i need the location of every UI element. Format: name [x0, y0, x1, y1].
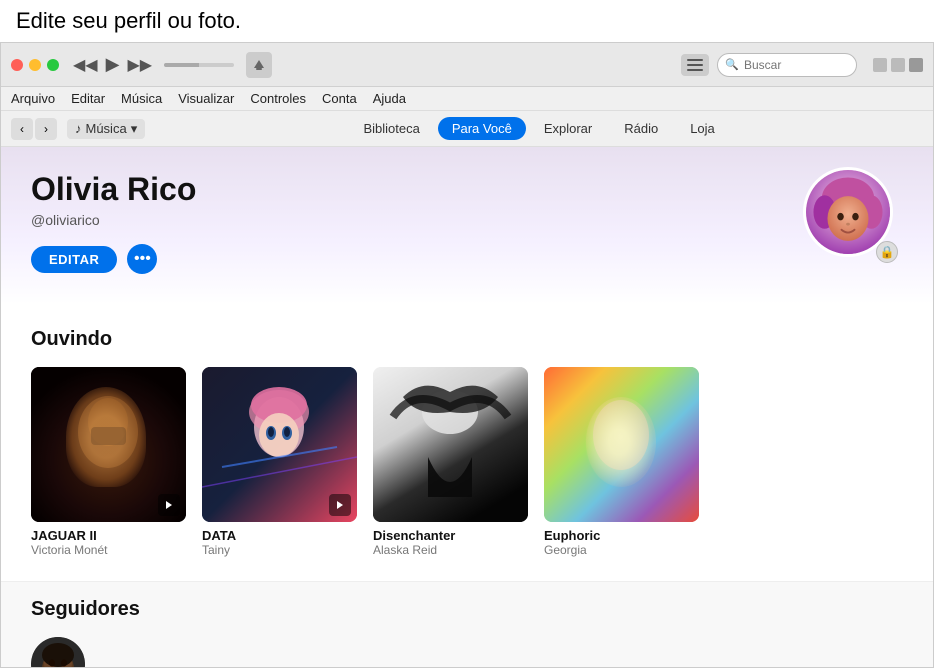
- album-name-1: JAGUAR II: [31, 528, 186, 543]
- listening-section: Ouvindo: [1, 304, 933, 581]
- list-view-button[interactable]: [681, 54, 709, 76]
- album-name-2: DATA: [202, 528, 357, 543]
- album-cover-jaguar: [31, 367, 186, 522]
- search-icon: 🔍: [725, 58, 739, 71]
- album-item[interactable]: Disenchanter Alaska Reid: [373, 367, 528, 557]
- album-artist-2: Tainy: [202, 543, 357, 557]
- nav-source-label: Música: [86, 121, 127, 136]
- profile-name: Olivia Rico: [31, 171, 903, 208]
- album-name-3: Disenchanter: [373, 528, 528, 543]
- album-item[interactable]: Euphoric Georgia: [544, 367, 699, 557]
- airplay-button[interactable]: [246, 52, 272, 78]
- navbar: ‹ › ♪ Música ▾ Biblioteca Para Você Expl…: [1, 111, 933, 147]
- album-item[interactable]: JAGUAR II Victoria Monét: [31, 367, 186, 557]
- album-cover-euphoric: [544, 367, 699, 522]
- album-artist-3: Alaska Reid: [373, 543, 528, 557]
- album-item[interactable]: DATA Tainy: [202, 367, 357, 557]
- titlebar: ◀◀ ▶ ▶▶ 🔍: [1, 43, 933, 87]
- menu-musica[interactable]: Música: [121, 91, 162, 106]
- nav-source-icon: ♪: [75, 121, 82, 136]
- win-system-controls: [873, 58, 923, 72]
- itunes-window: ◀◀ ▶ ▶▶ 🔍: [0, 42, 934, 668]
- play-button[interactable]: ▶: [106, 54, 120, 75]
- tab-radio[interactable]: Rádio: [610, 117, 672, 140]
- nav-back[interactable]: ‹: [11, 118, 33, 140]
- nav-forward[interactable]: ›: [35, 118, 57, 140]
- seguidores-title: Seguidores: [31, 598, 903, 621]
- menu-editar[interactable]: Editar: [71, 91, 105, 106]
- window-controls: [11, 59, 59, 71]
- minimize-button[interactable]: [29, 59, 41, 71]
- edit-button[interactable]: EDITAR: [31, 246, 117, 273]
- more-button[interactable]: •••: [127, 244, 157, 274]
- forward-button[interactable]: ▶▶: [127, 55, 152, 75]
- album-artist-1: Victoria Monét: [31, 543, 186, 557]
- win-minimize-btn[interactable]: [873, 58, 887, 72]
- tooltip-banner: Edite seu perfil ou foto.: [0, 0, 934, 42]
- profile-section: Olivia Rico @oliviarico EDITAR •••: [1, 147, 933, 304]
- albums-grid: JAGUAR II Victoria Monét: [31, 367, 903, 557]
- nav-source[interactable]: ♪ Música ▾: [67, 119, 145, 139]
- menu-arquivo[interactable]: Arquivo: [11, 91, 55, 106]
- menu-conta[interactable]: Conta: [322, 91, 357, 106]
- tab-explorar[interactable]: Explorar: [530, 117, 606, 140]
- seguidores-section: Seguidores: [1, 581, 933, 667]
- avatar-lock-icon: 🔒: [876, 241, 898, 263]
- win-close-btn[interactable]: [909, 58, 923, 72]
- profile-handle: @oliviarico: [31, 212, 903, 228]
- tab-biblioteca[interactable]: Biblioteca: [349, 117, 433, 140]
- avatar-memoji: [806, 170, 890, 254]
- titlebar-right: 🔍: [681, 53, 923, 77]
- playback-controls: ◀◀ ▶ ▶▶: [73, 52, 272, 78]
- main-content[interactable]: Olivia Rico @oliviarico EDITAR •••: [1, 147, 933, 667]
- album-badge-1: [158, 494, 180, 516]
- listening-title: Ouvindo: [31, 328, 903, 351]
- nav-source-chevron: ▾: [131, 121, 138, 137]
- search-wrapper: 🔍: [717, 53, 857, 77]
- maximize-button[interactable]: [47, 59, 59, 71]
- album-artist-4: Georgia: [544, 543, 699, 557]
- album-cover-data: [202, 367, 357, 522]
- nav-tabs: Biblioteca Para Você Explorar Rádio Loja: [349, 117, 728, 140]
- menu-controles[interactable]: Controles: [250, 91, 306, 106]
- follower-avatar[interactable]: [31, 637, 85, 667]
- menu-visualizar[interactable]: Visualizar: [178, 91, 234, 106]
- tab-loja[interactable]: Loja: [676, 117, 729, 140]
- menu-ajuda[interactable]: Ajuda: [373, 91, 406, 106]
- album-cover-disenchanter: [373, 367, 528, 522]
- profile-actions: EDITAR •••: [31, 244, 903, 274]
- close-button[interactable]: [11, 59, 23, 71]
- album-badge-2: [329, 494, 351, 516]
- menubar: Arquivo Editar Música Visualizar Control…: [1, 87, 933, 111]
- win-restore-btn[interactable]: [891, 58, 905, 72]
- back-button[interactable]: ◀◀: [73, 55, 98, 75]
- volume-slider[interactable]: [164, 63, 234, 67]
- nav-arrows: ‹ ›: [11, 118, 57, 140]
- tab-para-voce[interactable]: Para Você: [438, 117, 526, 140]
- album-name-4: Euphoric: [544, 528, 699, 543]
